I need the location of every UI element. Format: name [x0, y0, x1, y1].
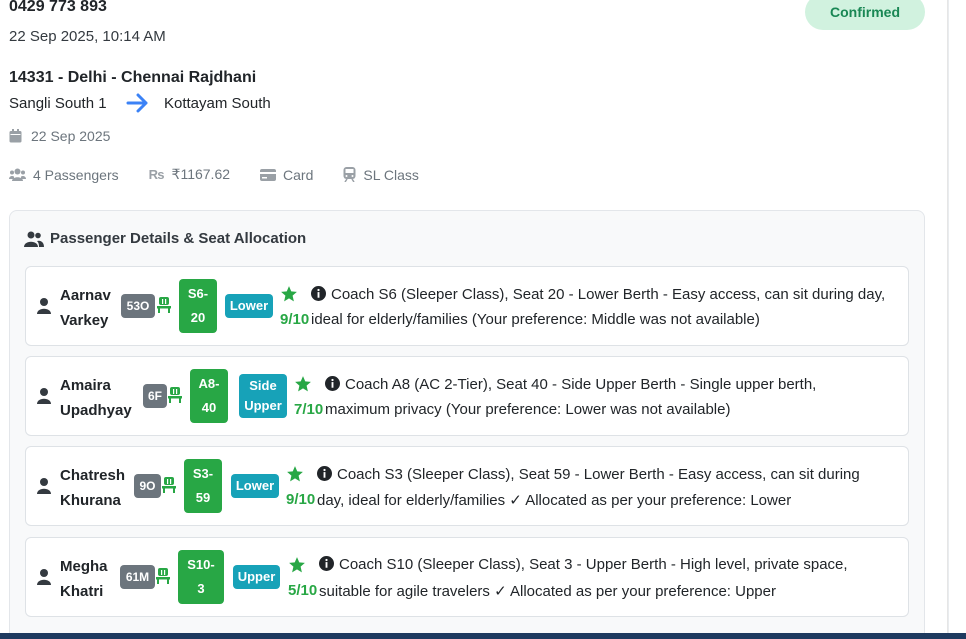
total-amount: ₨ ₹1167.62: [149, 166, 230, 183]
berth-badge: Side Upper: [239, 374, 287, 418]
booking-timestamp: 22 Sep 2025, 10:14 AM: [9, 28, 166, 45]
status-badge: Confirmed: [805, 0, 925, 30]
payment-method: Card: [260, 167, 313, 183]
info-icon: [319, 556, 334, 571]
seat-number: 40: [201, 400, 217, 415]
passenger-last-name: Upadhyay: [60, 402, 132, 419]
contact-phone: 0429 773 893: [9, 0, 107, 15]
age-gender-badge: 53O: [121, 294, 155, 318]
passenger-count-text: 4 Passengers: [33, 166, 119, 183]
allocation-description: Coach A8 (AC 2-Tier), Seat 40 - Side Upp…: [345, 376, 817, 393]
train-icon: [343, 167, 356, 182]
seat-icon: [156, 568, 170, 584]
person-icon: [37, 478, 51, 494]
allocation-description-cont: day, ideal for elderly/families ✓ Alloca…: [317, 492, 792, 509]
credit-card-icon: [260, 168, 277, 181]
seat-number-badge: A8- 40: [190, 369, 228, 423]
status-bar: [0, 633, 966, 639]
match-score: 5/10: [288, 582, 318, 599]
star-icon: [281, 286, 297, 302]
payment-method-text: Card: [283, 166, 314, 183]
passenger-last-name: Khatri: [60, 583, 104, 600]
person-icon: [37, 298, 51, 314]
passenger-first-name: Megha: [60, 558, 108, 575]
total-amount-text: ₹1167.62: [171, 166, 231, 182]
berth-badge: Lower: [225, 294, 273, 318]
age-gender-badge: 61M: [120, 565, 155, 589]
allocation-description: Coach S6 (Sleeper Class), Seat 20 - Lowe…: [331, 286, 886, 303]
age-gender-badge: 9O: [134, 474, 161, 498]
train-name: 14331 - Delhi - Chennai Rajdhani: [9, 69, 257, 86]
passenger-first-name: Chatresh: [60, 467, 126, 484]
allocation-description-cont: suitable for agile travelers ✓ Allocated…: [319, 583, 776, 600]
match-score: 9/10: [280, 311, 310, 328]
seat-number-badge: S6- 20: [179, 279, 217, 333]
allocation-description-cont: ideal for elderly/families (Your prefere…: [311, 311, 760, 328]
calendar-icon: [9, 129, 22, 143]
scrollbar-track[interactable]: [948, 0, 966, 639]
star-icon: [289, 557, 305, 573]
passenger-first-name: Aarnav: [60, 287, 111, 304]
age-gender-badge: 6F: [143, 384, 167, 408]
from-station: Sangli South 1: [9, 95, 107, 112]
seat-number: 20: [190, 310, 206, 325]
berth-badge: Lower: [231, 474, 279, 498]
star-icon: [295, 376, 311, 392]
person-icon: [37, 388, 51, 404]
berth-badge: Upper: [233, 565, 280, 589]
seat-coach: A8-: [198, 376, 220, 391]
journey-date-text: 22 Sep 2025: [31, 128, 111, 144]
match-score: 7/10: [294, 401, 324, 418]
passenger-first-name: Amaira: [60, 377, 111, 394]
seat-number-badge: S3- 59: [184, 459, 222, 513]
rupee-icon: ₨: [148, 167, 165, 182]
travel-class-text: SL Class: [363, 166, 419, 183]
allocation-description: Coach S10 (Sleeper Class), Seat 3 - Uppe…: [339, 556, 848, 573]
star-icon: [287, 466, 303, 482]
passenger-count: 4 Passengers: [9, 167, 119, 183]
passenger-last-name: Khurana: [60, 492, 121, 509]
seat-icon: [157, 297, 171, 313]
journey-date: 22 Sep 2025: [9, 128, 110, 144]
seat-icon: [168, 387, 182, 403]
seat-icon: [162, 477, 176, 493]
panel-title-text: Passenger Details & Seat Allocation: [50, 230, 307, 247]
info-icon: [317, 466, 332, 481]
passenger-last-name: Varkey: [60, 312, 109, 329]
allocation-description-cont: maximum privacy (Your preference: Lower …: [325, 401, 731, 418]
info-icon: [311, 286, 326, 301]
seat-number-badge: S10- 3: [178, 550, 224, 604]
match-score: 9/10: [286, 491, 316, 508]
info-icon: [325, 376, 340, 391]
seat-coach: S10-: [187, 557, 215, 572]
users-icon: [9, 168, 26, 181]
to-station: Kottayam South: [164, 95, 271, 112]
travel-class: SL Class: [343, 167, 419, 183]
arrow-right-icon: [126, 93, 148, 113]
person-icon: [37, 569, 51, 585]
allocation-description: Coach S3 (Sleeper Class), Seat 59 - Lowe…: [337, 466, 860, 483]
seat-number: 3: [197, 581, 205, 596]
seat-coach: S3-: [192, 466, 214, 481]
seat-coach: S6-: [187, 286, 209, 301]
seat-number: 59: [195, 490, 211, 505]
panel-title: Passenger Details & Seat Allocation: [24, 230, 306, 247]
users-icon: [24, 231, 44, 247]
booking-meta: 4 Passengers ₨ ₹1167.62 Card SL Class: [9, 166, 449, 183]
